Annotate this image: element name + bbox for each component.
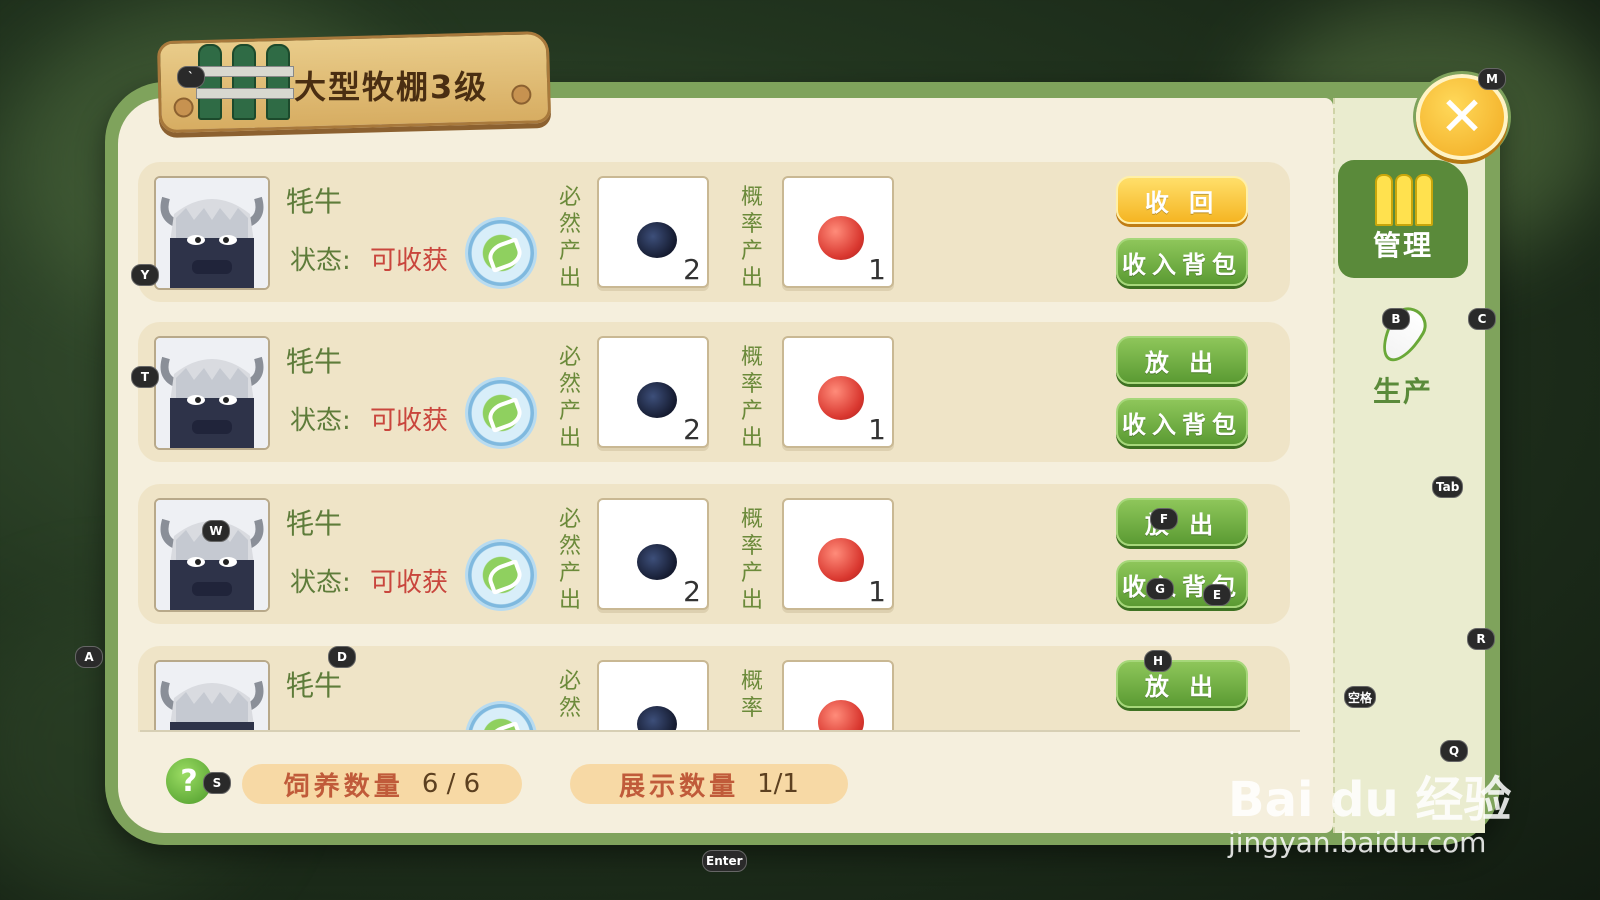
fence-icon [196,44,294,120]
animal-list[interactable]: 牦牛 状态: 可收获 必然产出 2 概率产出 1 收 回 收入背包 牦牛 状态:… [138,162,1298,732]
guaranteed-item-slot[interactable]: 2 [597,336,709,448]
yak-avatar [154,660,270,732]
item-quantity: 1 [868,413,886,446]
guaranteed-item-slot[interactable] [597,660,709,732]
animal-name: 牦牛 [286,345,343,378]
animal-name: 牦牛 [286,669,343,702]
key-hint-s: S [203,772,231,794]
key-hint-e: E [1203,584,1231,606]
yak-avatar [154,336,270,450]
status-value: 可收获 [370,246,449,276]
chance-item-slot[interactable]: 1 [782,176,894,288]
chance-output-label: 概率产出 [740,507,763,613]
fence-icon [1373,174,1433,226]
list-divider [140,730,1300,732]
key-hint-c: C [1468,308,1496,330]
item-quantity: 1 [868,575,886,608]
meat-icon [818,376,864,420]
chance-item-slot[interactable]: 1 [782,336,894,448]
status-value: 可收获 [370,406,449,436]
key-hint-enter: Enter [702,850,747,872]
feed-icon[interactable] [468,220,534,286]
status-label: 状态: [290,246,351,276]
guaranteed-item-slot[interactable]: 2 [597,176,709,288]
guaranteed-item-slot[interactable]: 2 [597,498,709,610]
key-hint-f: F [1150,508,1178,530]
animal-row[interactable]: 牦牛 必然 概率 放 出 [138,646,1290,732]
feed-icon[interactable] [468,542,534,608]
tab-production-label: 生产 [1372,375,1433,408]
release-button[interactable]: 放 出 [1116,336,1248,384]
store-in-bag-button[interactable]: 收入背包 [1116,238,1248,286]
display-count-label: 展示数量 [619,771,740,802]
chance-output-label: 概率产出 [740,185,763,291]
animal-row[interactable]: 牦牛 状态: 可收获 必然产出 2 概率产出 1 放 出 收入背包 [138,484,1290,624]
animal-row[interactable]: 牦牛 状态: 可收获 必然产出 2 概率产出 1 收 回 收入背包 [138,162,1290,302]
chance-output-label: 概率产出 [740,345,763,451]
animal-name: 牦牛 [286,507,343,540]
tab-manage[interactable]: 管理 [1338,160,1468,278]
page-title: 大型牧棚3级 [294,68,489,106]
item-quantity: 2 [683,413,701,446]
guaranteed-output-label: 必然 [558,669,581,721]
key-hint-d: D [328,646,356,668]
animal-row[interactable]: 牦牛 状态: 可收获 必然产出 2 概率产出 1 放 出 收入背包 [138,322,1290,462]
display-count-value: 1/1 [757,769,799,799]
watermark-url: jingyan.baidu.com [1228,826,1487,859]
store-in-bag-button[interactable]: 收入背包 [1116,398,1248,446]
display-count-display: 展示数量 1/1 [570,764,848,804]
status-label: 状态: [290,568,351,598]
dark-wool-icon [637,544,677,580]
key-hint-backtick: ` [177,66,205,88]
yak-avatar [154,176,270,290]
key-hint-y: Y [131,264,159,286]
chance-item-slot[interactable]: 1 [782,498,894,610]
meat-icon [818,538,864,582]
dark-wool-icon [637,382,677,418]
yak-avatar [154,498,270,612]
close-x-icon: ✕ [1439,85,1485,148]
key-hint-space: 空格 [1344,686,1377,708]
item-quantity: 2 [683,575,701,608]
question-icon: ? [180,763,198,799]
guaranteed-output-label: 必然产出 [558,507,581,613]
feed-icon[interactable] [468,704,534,732]
key-hint-tab: Tab [1432,476,1464,498]
meat-icon [818,700,864,732]
key-hint-r: R [1467,628,1495,650]
item-quantity: 2 [683,253,701,286]
feed-icon[interactable] [468,380,534,446]
dark-wool-icon [637,706,677,732]
status-label: 状态: [290,406,351,436]
feed-count-label: 饲养数量 [283,771,404,802]
feed-count-value: 6 / 6 [421,769,481,799]
chance-item-slot[interactable] [782,660,894,732]
guaranteed-output-label: 必然产出 [558,345,581,451]
key-hint-t: T [131,366,159,388]
dark-wool-icon [637,222,677,258]
watermark-brand: Bai du 经验 [1228,772,1512,828]
key-hint-w: W [202,520,230,542]
key-hint-b: B [1382,308,1410,330]
key-hint-a: A [75,646,103,668]
chance-output-label: 概率 [740,669,763,721]
key-hint-h: H [1144,650,1172,672]
tab-manage-label: 管理 [1372,229,1433,262]
animal-name: 牦牛 [286,185,343,218]
key-hint-g: G [1146,578,1174,600]
guaranteed-output-label: 必然产出 [558,185,581,291]
meat-icon [818,216,864,260]
key-hint-q: Q [1440,740,1468,762]
key-hint-m: M [1478,68,1506,90]
recall-button[interactable]: 收 回 [1116,176,1248,224]
release-button[interactable]: 放 出 [1116,498,1248,546]
status-value: 可收获 [370,568,449,598]
item-quantity: 1 [868,253,886,286]
release-button[interactable]: 放 出 [1116,660,1248,708]
feed-count-display: 饲养数量 6 / 6 [242,764,522,804]
